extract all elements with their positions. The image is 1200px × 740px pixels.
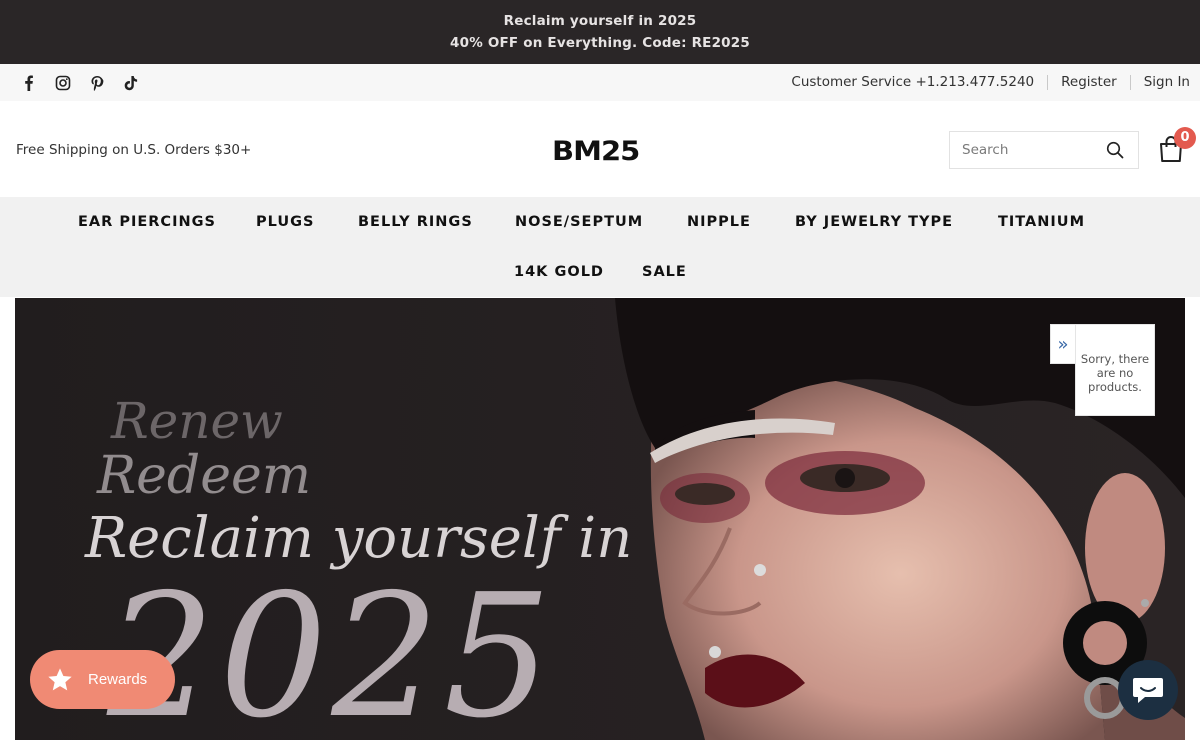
divider xyxy=(1129,74,1131,90)
announcement-line-2: 40% OFF on Everything. Code: RE2025 xyxy=(450,35,750,51)
star-icon xyxy=(48,667,72,690)
register-link[interactable]: Register xyxy=(1061,74,1117,90)
nav-item-sale[interactable]: SALE xyxy=(642,264,687,280)
top-utility-bar: Customer Service +1.213.477.5240 Registe… xyxy=(0,64,1200,101)
hero-banner[interactable]: Renew Redeem Reclaim yourself in 2025 xyxy=(15,298,1185,740)
main-navigation: EAR PIERCINGS PLUGS BELLY RINGS NOSE/SEP… xyxy=(0,197,1200,297)
announcement-line-1: Reclaim yourself in 2025 xyxy=(503,13,697,29)
nav-item-14k-gold[interactable]: 14K GOLD xyxy=(514,264,604,280)
sign-in-link[interactable]: Sign In xyxy=(1144,74,1190,90)
search-icon[interactable] xyxy=(1106,141,1124,159)
cart-count-badge: 0 xyxy=(1174,127,1196,149)
rewards-label: Rewards xyxy=(88,671,148,688)
nav-item-belly-rings[interactable]: BELLY RINGS xyxy=(358,214,473,230)
cart-button[interactable]: 0 xyxy=(1158,127,1196,165)
tiktok-icon[interactable] xyxy=(114,73,148,93)
social-links xyxy=(12,73,148,93)
account-links: Customer Service +1.213.477.5240 Registe… xyxy=(791,74,1190,90)
customer-service-phone[interactable]: Customer Service +1.213.477.5240 xyxy=(791,74,1034,90)
divider xyxy=(1047,74,1049,90)
nav-item-nose-septum[interactable]: NOSE/SEPTUM xyxy=(515,214,643,230)
pinterest-icon[interactable] xyxy=(80,73,114,93)
nav-item-plugs[interactable]: PLUGS xyxy=(256,214,314,230)
site-header: Free Shipping on U.S. Orders $30+ BM25 0 xyxy=(0,101,1200,197)
rewards-button[interactable]: Rewards xyxy=(30,650,175,709)
chat-button[interactable] xyxy=(1118,660,1178,720)
nav-item-ear-piercings[interactable]: EAR PIERCINGS xyxy=(78,214,216,230)
nav-item-by-jewelry-type[interactable]: BY JEWELRY TYPE xyxy=(795,214,953,230)
chat-bubble-icon xyxy=(1133,678,1163,703)
recently-viewed-popup: Sorry, there are no products. xyxy=(1075,324,1155,416)
hero-line-renew: Renew xyxy=(111,392,283,450)
double-chevron-right-icon[interactable]: » xyxy=(1050,324,1076,364)
instagram-icon[interactable] xyxy=(46,73,80,93)
nav-item-titanium[interactable]: TITANIUM xyxy=(998,214,1085,230)
nav-item-nipple[interactable]: NIPPLE xyxy=(687,214,751,230)
site-logo[interactable]: BM25 xyxy=(552,135,640,166)
facebook-icon[interactable] xyxy=(12,73,46,93)
search-box xyxy=(949,131,1139,169)
hero-year: 2025 xyxy=(107,558,556,740)
search-input[interactable] xyxy=(950,132,1100,168)
announcement-bar: Reclaim yourself in 2025 40% OFF on Ever… xyxy=(0,0,1200,64)
shipping-note: Free Shipping on U.S. Orders $30+ xyxy=(16,142,252,158)
hero-line-redeem: Redeem xyxy=(97,446,312,506)
